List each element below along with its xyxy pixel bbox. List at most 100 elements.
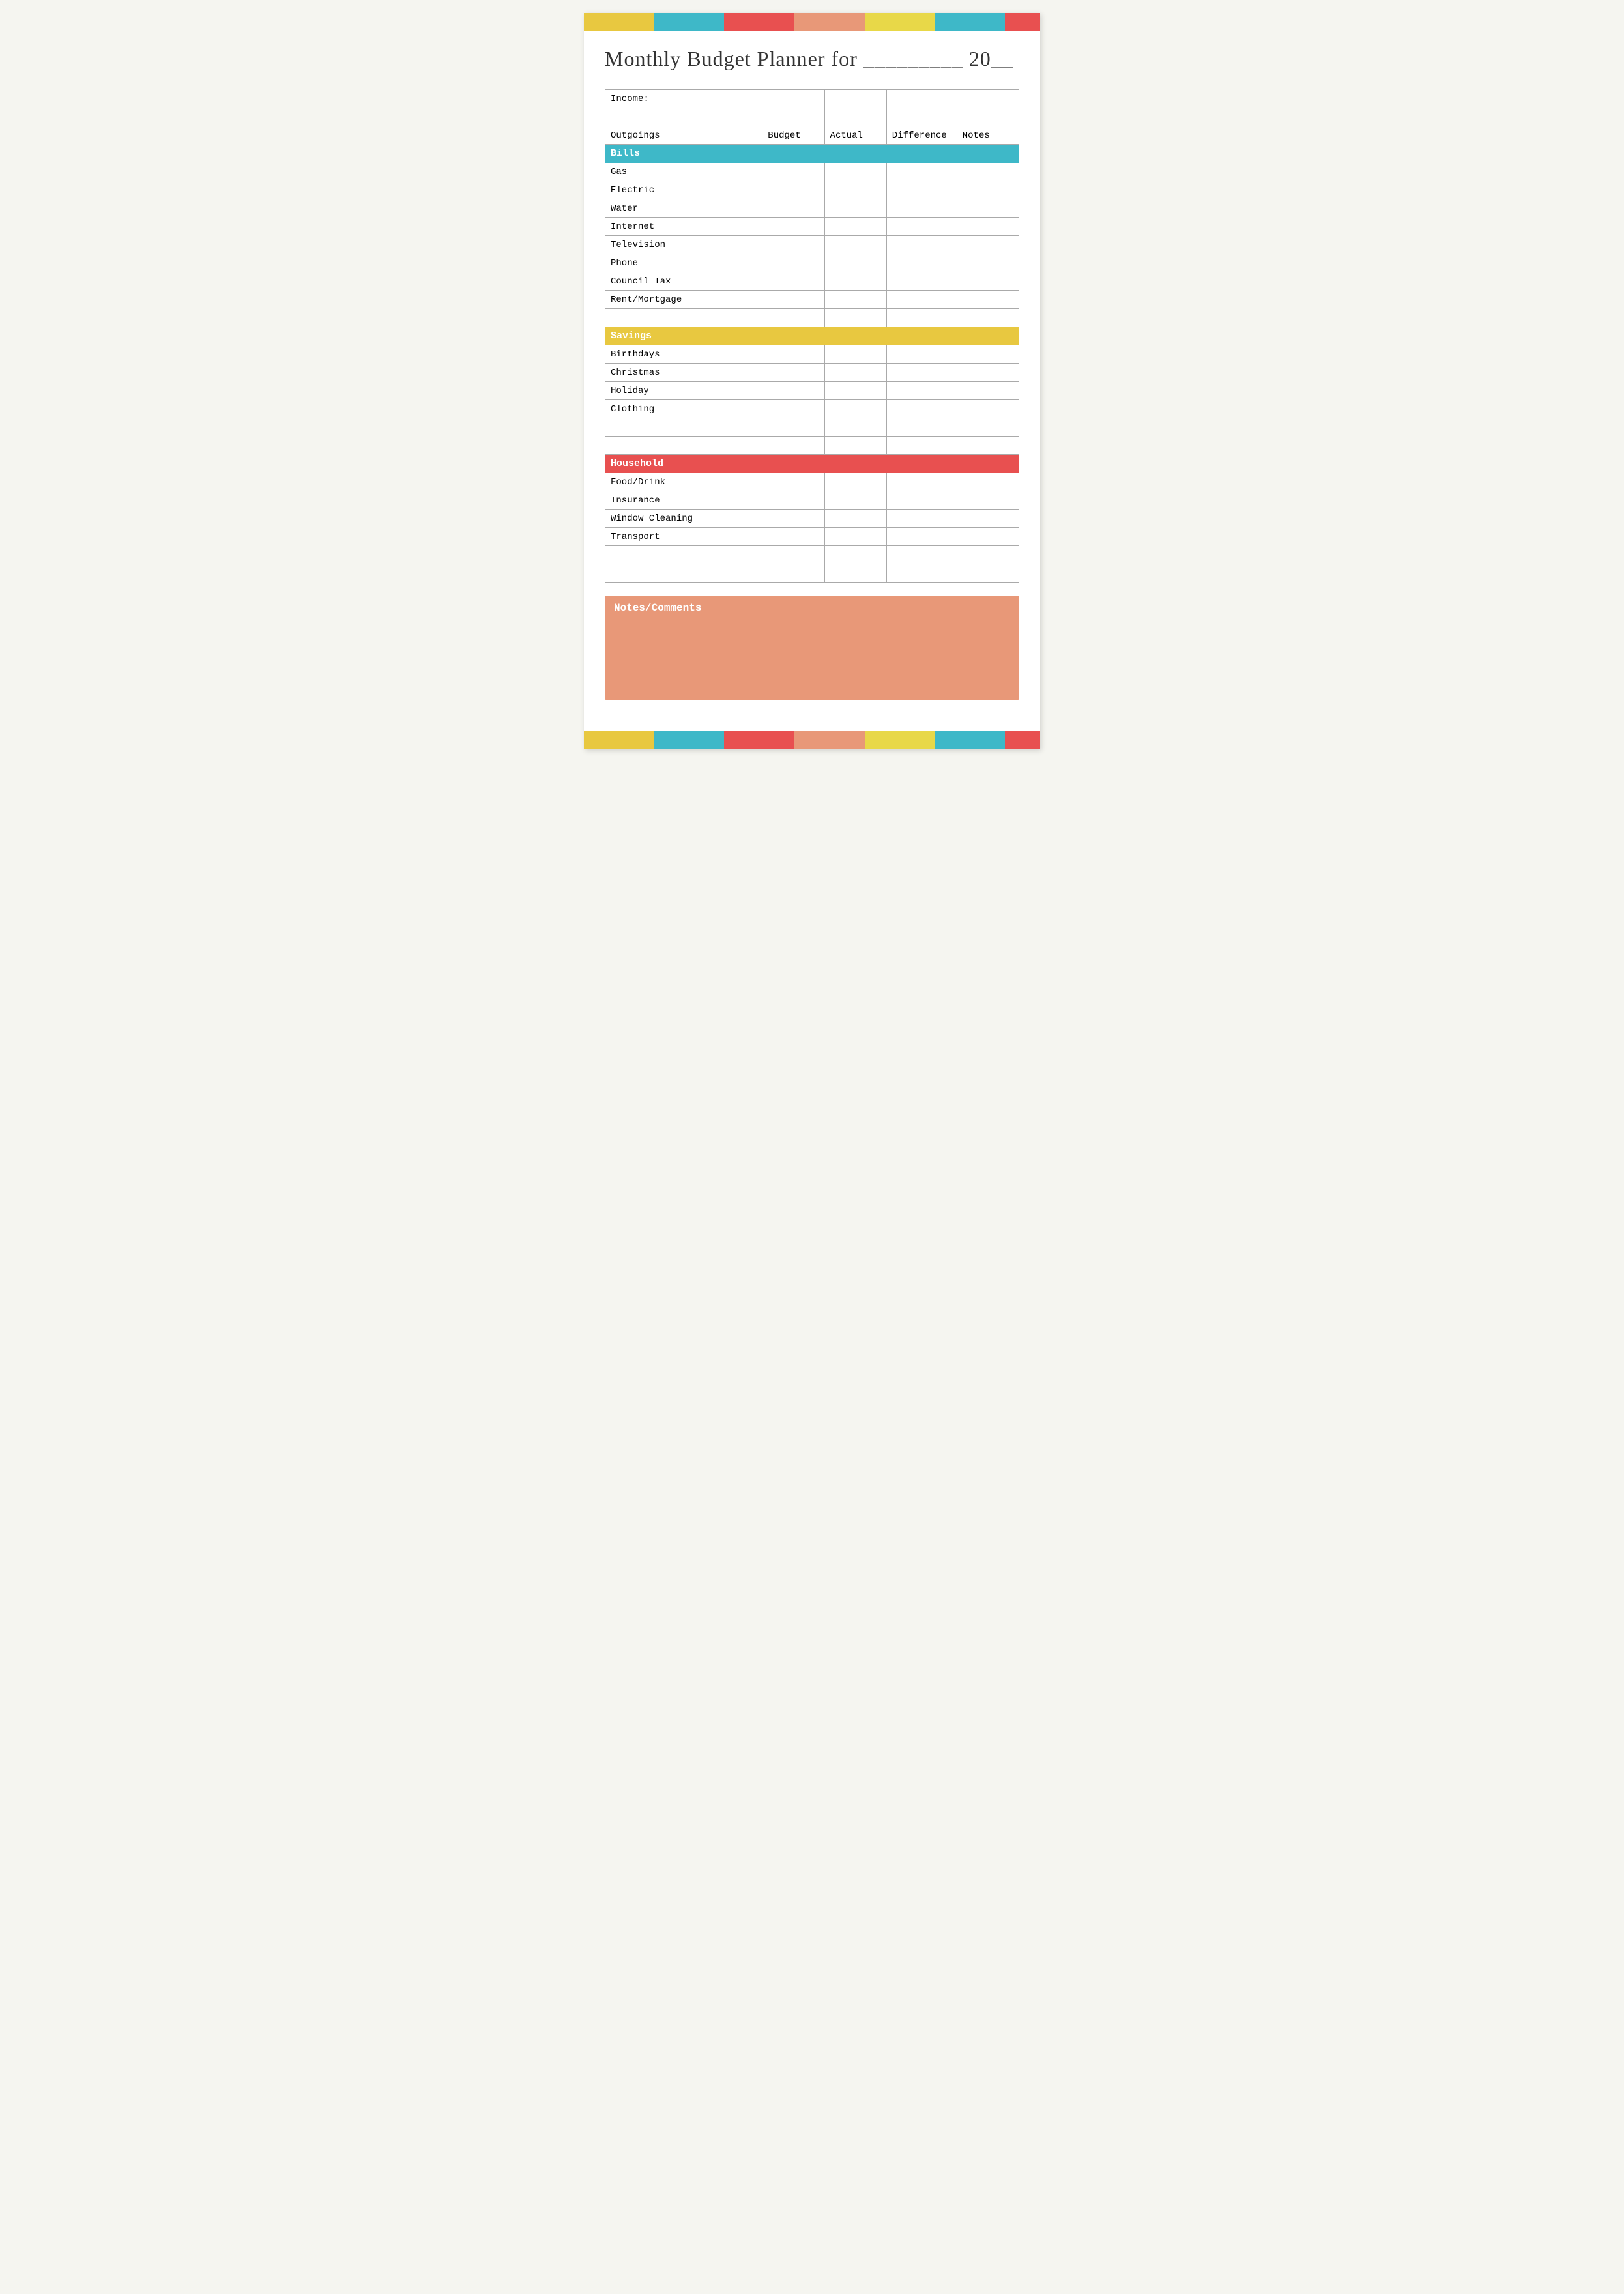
- cell-electric-notes[interactable]: [957, 181, 1019, 199]
- cell-transport-budget[interactable]: [762, 528, 824, 546]
- cell-electric-actual[interactable]: [824, 181, 886, 199]
- cell-holiday-budget[interactable]: [762, 382, 824, 400]
- cell-window-notes[interactable]: [957, 510, 1019, 528]
- cell-food-notes[interactable]: [957, 473, 1019, 491]
- income-row: Income:: [605, 90, 1019, 108]
- row-label-christmas: Christmas: [605, 364, 762, 382]
- col-header-difference: Difference: [886, 126, 957, 145]
- cell-gas-diff[interactable]: [886, 163, 957, 181]
- bottom-bar-segment-5: [865, 731, 935, 749]
- income-budget-cell[interactable]: [762, 90, 824, 108]
- cell-water-budget[interactable]: [762, 199, 824, 218]
- income-actual-cell[interactable]: [824, 90, 886, 108]
- cell-tv-actual[interactable]: [824, 236, 886, 254]
- cell-rent-actual[interactable]: [824, 291, 886, 309]
- cell-water-diff[interactable]: [886, 199, 957, 218]
- cell-phone-notes[interactable]: [957, 254, 1019, 272]
- cell-christmas-budget[interactable]: [762, 364, 824, 382]
- cell-birthdays-budget[interactable]: [762, 345, 824, 364]
- spacer-row-5: [605, 546, 1019, 564]
- cell-holiday-diff[interactable]: [886, 382, 957, 400]
- notes-title: Notes/Comments: [614, 602, 1010, 614]
- table-row: Insurance: [605, 491, 1019, 510]
- cell-transport-diff[interactable]: [886, 528, 957, 546]
- cell-window-budget[interactable]: [762, 510, 824, 528]
- cell-transport-notes[interactable]: [957, 528, 1019, 546]
- cell-phone-actual[interactable]: [824, 254, 886, 272]
- cell-christmas-actual[interactable]: [824, 364, 886, 382]
- table-row: Gas: [605, 163, 1019, 181]
- table-row: Birthdays: [605, 345, 1019, 364]
- income-notes-cell[interactable]: [957, 90, 1019, 108]
- cell-insurance-actual[interactable]: [824, 491, 886, 510]
- cell-water-notes[interactable]: [957, 199, 1019, 218]
- budget-table: Income: Outgoings Budget Actual Differen…: [605, 89, 1019, 583]
- cell-gas-budget[interactable]: [762, 163, 824, 181]
- cell-clothing-budget[interactable]: [762, 400, 824, 418]
- cell-food-diff[interactable]: [886, 473, 957, 491]
- cell-gas-notes[interactable]: [957, 163, 1019, 181]
- income-diff-cell[interactable]: [886, 90, 957, 108]
- category-label-bills: Bills: [605, 145, 1019, 163]
- cell-birthdays-actual[interactable]: [824, 345, 886, 364]
- cell-council-diff[interactable]: [886, 272, 957, 291]
- cell-internet-actual[interactable]: [824, 218, 886, 236]
- cell-birthdays-diff[interactable]: [886, 345, 957, 364]
- cell-council-budget[interactable]: [762, 272, 824, 291]
- table-row: Council Tax: [605, 272, 1019, 291]
- spacer-row-4: [605, 437, 1019, 455]
- page: Monthly Budget Planner for _________ 20_…: [584, 13, 1040, 749]
- cell-insurance-budget[interactable]: [762, 491, 824, 510]
- cell-tv-notes[interactable]: [957, 236, 1019, 254]
- cell-phone-budget[interactable]: [762, 254, 824, 272]
- cell-tv-diff[interactable]: [886, 236, 957, 254]
- bottom-bar-segment-6: [935, 731, 1005, 749]
- cell-food-budget[interactable]: [762, 473, 824, 491]
- cell-gas-actual[interactable]: [824, 163, 886, 181]
- cell-holiday-notes[interactable]: [957, 382, 1019, 400]
- table-row: Food/Drink: [605, 473, 1019, 491]
- cell-window-diff[interactable]: [886, 510, 957, 528]
- bottom-bar-segment-3: [724, 731, 794, 749]
- cell-internet-diff[interactable]: [886, 218, 957, 236]
- color-bar-segment-1: [584, 13, 654, 31]
- cell-rent-notes[interactable]: [957, 291, 1019, 309]
- cell-birthdays-notes[interactable]: [957, 345, 1019, 364]
- cell-insurance-diff[interactable]: [886, 491, 957, 510]
- category-row-household: Household: [605, 455, 1019, 473]
- cell-water-actual[interactable]: [824, 199, 886, 218]
- cell-phone-diff[interactable]: [886, 254, 957, 272]
- cell-clothing-diff[interactable]: [886, 400, 957, 418]
- row-label-council-tax: Council Tax: [605, 272, 762, 291]
- cell-electric-diff[interactable]: [886, 181, 957, 199]
- cell-electric-budget[interactable]: [762, 181, 824, 199]
- notes-section: Notes/Comments: [605, 596, 1019, 700]
- spacer-row-1: [605, 108, 1019, 126]
- col-header-outgoings: Outgoings: [605, 126, 762, 145]
- table-row: Transport: [605, 528, 1019, 546]
- category-label-savings: Savings: [605, 327, 1019, 345]
- cell-insurance-notes[interactable]: [957, 491, 1019, 510]
- cell-council-notes[interactable]: [957, 272, 1019, 291]
- page-title: Monthly Budget Planner for _________ 20_…: [605, 47, 1019, 71]
- cell-clothing-actual[interactable]: [824, 400, 886, 418]
- cell-rent-budget[interactable]: [762, 291, 824, 309]
- cell-christmas-notes[interactable]: [957, 364, 1019, 382]
- cell-window-actual[interactable]: [824, 510, 886, 528]
- cell-clothing-notes[interactable]: [957, 400, 1019, 418]
- cell-transport-actual[interactable]: [824, 528, 886, 546]
- spacer-row-6: [605, 564, 1019, 583]
- cell-food-actual[interactable]: [824, 473, 886, 491]
- cell-christmas-diff[interactable]: [886, 364, 957, 382]
- category-label-household: Household: [605, 455, 1019, 473]
- cell-internet-notes[interactable]: [957, 218, 1019, 236]
- cell-internet-budget[interactable]: [762, 218, 824, 236]
- table-row: Window Cleaning: [605, 510, 1019, 528]
- cell-tv-budget[interactable]: [762, 236, 824, 254]
- cell-holiday-actual[interactable]: [824, 382, 886, 400]
- top-color-bar: [584, 13, 1040, 31]
- table-row: Water: [605, 199, 1019, 218]
- cell-council-actual[interactable]: [824, 272, 886, 291]
- cell-rent-diff[interactable]: [886, 291, 957, 309]
- row-label-holiday: Holiday: [605, 382, 762, 400]
